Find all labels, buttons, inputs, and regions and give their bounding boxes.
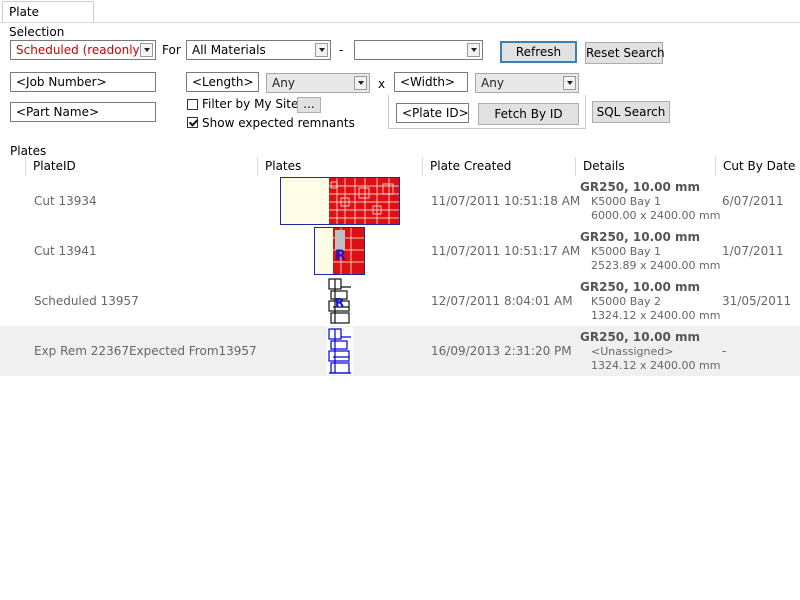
plate-id-input[interactable]: <Plate ID> bbox=[396, 103, 469, 123]
plate-nest-drawing bbox=[327, 327, 353, 375]
width-mode-dropdown[interactable]: Any bbox=[475, 73, 579, 93]
plate-created-cell: 12/07/2011 8:04:01 AM bbox=[431, 294, 573, 308]
length-mode-dropdown[interactable]: Any bbox=[266, 73, 370, 93]
plate-thumbnail: R bbox=[327, 277, 353, 325]
chevron-down-icon bbox=[315, 43, 328, 57]
details-size: 1324.12 x 2400.00 mm bbox=[591, 359, 721, 372]
table-row[interactable]: Cut 13934 11/07/2011 10:51:18 AM GR250, … bbox=[0, 176, 800, 226]
cut-by-date-cell: - bbox=[722, 344, 727, 358]
grid-header: PlateID Plates Plate Created Details Cut… bbox=[0, 157, 800, 176]
refresh-button[interactable]: Refresh bbox=[500, 41, 577, 63]
reset-search-button[interactable]: Reset Search bbox=[585, 42, 665, 64]
details-location: <Unassigned> bbox=[591, 345, 674, 358]
plate-thumbnail: R bbox=[314, 227, 365, 275]
plate-id-cell: Cut 13941 bbox=[34, 244, 97, 258]
fetch-by-id-button[interactable]: Fetch By ID bbox=[478, 103, 579, 125]
plate-created-cell: 11/07/2011 10:51:17 AM bbox=[431, 244, 581, 258]
times-label: x bbox=[378, 77, 386, 91]
details-location: K5000 Bay 1 bbox=[591, 245, 661, 258]
details-grade: GR250, 10.00 mm bbox=[580, 280, 701, 294]
width-input[interactable]: <Width> bbox=[394, 72, 468, 92]
details-grade: GR250, 10.00 mm bbox=[580, 330, 701, 344]
remnant-mark-text: R bbox=[335, 248, 346, 264]
length-input[interactable]: <Length> bbox=[186, 72, 259, 92]
show-remnants-checkbox[interactable] bbox=[187, 117, 198, 128]
job-number-input[interactable]: <Job Number> bbox=[10, 72, 156, 92]
chevron-down-icon bbox=[140, 43, 153, 57]
length-mode-value: Any bbox=[272, 76, 295, 90]
chevron-down-icon bbox=[354, 76, 367, 90]
details-grade: GR250, 10.00 mm bbox=[580, 180, 701, 194]
filter-my-sites-label: Filter by My Sites bbox=[202, 97, 305, 111]
part-name-input[interactable]: <Part Name> bbox=[10, 102, 156, 122]
material-secondary-dropdown[interactable] bbox=[354, 40, 483, 60]
status-dropdown-value: Scheduled (readonly) bbox=[16, 43, 145, 57]
plate-nest-drawing: R bbox=[315, 228, 364, 274]
dash-label: - bbox=[339, 43, 344, 57]
plate-created-cell: 16/09/2013 2:31:20 PM bbox=[431, 344, 572, 358]
show-remnants-label: Show expected remnants bbox=[202, 116, 355, 130]
plate-id-cell: Cut 13934 bbox=[34, 194, 97, 208]
plates-section-title: Plates bbox=[10, 144, 47, 158]
plate-thumbnail bbox=[327, 327, 353, 375]
details-size: 6000.00 x 2400.00 mm bbox=[591, 209, 721, 222]
column-header-cut-by-date[interactable]: Cut By Date bbox=[715, 157, 800, 176]
column-header-plateid[interactable]: PlateID bbox=[25, 157, 257, 176]
plate-id-cell: Exp Rem 22367Expected From13957 bbox=[34, 344, 257, 358]
cut-by-date-cell: 6/07/2011 bbox=[722, 194, 784, 208]
plate-id-cell: Scheduled 13957 bbox=[34, 294, 139, 308]
details-size: 1324.12 x 2400.00 mm bbox=[591, 309, 721, 322]
for-label: For bbox=[162, 43, 181, 57]
sites-ellipsis-button[interactable]: ... bbox=[297, 97, 321, 113]
details-size: 2523.89 x 2400.00 mm bbox=[591, 259, 721, 272]
table-row[interactable]: Cut 13941 R 11/07/2011 10:51:17 AM GR250… bbox=[0, 226, 800, 276]
status-dropdown[interactable]: Scheduled (readonly) bbox=[10, 40, 156, 60]
plate-nest-drawing: R bbox=[327, 277, 353, 325]
filter-my-sites-checkbox[interactable] bbox=[187, 99, 198, 110]
chevron-down-icon bbox=[563, 76, 576, 90]
details-location: K5000 Bay 1 bbox=[591, 195, 661, 208]
table-row[interactable]: Exp Rem 22367Expected From13957 16/09/20… bbox=[0, 326, 800, 376]
tab-plate-selection[interactable]: Plate Selection bbox=[2, 1, 94, 39]
details-location: K5000 Bay 2 bbox=[591, 295, 661, 308]
width-mode-value: Any bbox=[481, 76, 504, 90]
tab-divider bbox=[0, 22, 800, 23]
details-grade: GR250, 10.00 mm bbox=[580, 230, 701, 244]
remnant-mark-text: R bbox=[335, 296, 344, 310]
column-header-plates[interactable]: Plates bbox=[257, 157, 422, 176]
chevron-down-icon bbox=[467, 43, 480, 57]
material-dropdown-value: All Materials bbox=[192, 43, 266, 57]
plate-created-cell: 11/07/2011 10:51:18 AM bbox=[431, 194, 581, 208]
material-dropdown[interactable]: All Materials bbox=[186, 40, 331, 60]
sql-search-button[interactable]: SQL Search bbox=[592, 101, 670, 123]
plate-nest-drawing bbox=[281, 178, 399, 224]
table-row[interactable]: Scheduled 13957 R 12/07/2011 8:04:01 AM … bbox=[0, 276, 800, 326]
cut-by-date-cell: 31/05/2011 bbox=[722, 294, 792, 308]
column-header-plate-created[interactable]: Plate Created bbox=[422, 157, 575, 176]
column-header-details[interactable]: Details bbox=[575, 157, 715, 176]
plate-thumbnail bbox=[280, 177, 400, 225]
cut-by-date-cell: 1/07/2011 bbox=[722, 244, 784, 258]
